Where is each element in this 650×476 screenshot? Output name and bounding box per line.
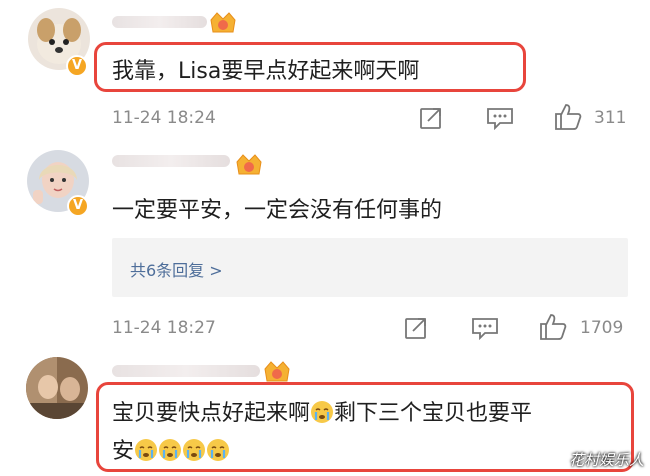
username-blurred[interactable] [112,365,260,377]
watermark: 花村娱乐人 [568,451,644,469]
crying-emoji-icon [158,438,182,468]
comment-text-2: 一定要平安，一定会没有任何事的 [112,198,443,223]
comment-text-3c: 安 [112,439,135,464]
share-icon[interactable] [403,315,429,341]
comment-text-1: 我靠，Lisa要早点好起来啊天啊 [112,59,420,84]
crying-emoji-icon [134,438,158,468]
crown-badge-icon [264,361,290,382]
replies-panel[interactable]: 共6条回复 > [112,238,628,297]
verified-badge-icon: V [66,55,88,77]
comment-time-2: 11-24 18:27 [112,318,216,338]
crown-badge-icon [210,12,236,33]
crying-emoji-icon [310,400,334,430]
share-icon[interactable] [418,105,444,131]
comment-text-3b: 剩下三个宝贝也要平 [334,401,533,426]
comment-time-1: 11-24 18:24 [112,108,216,128]
crying-emoji-icon [206,438,230,468]
like-count-2: 1709 [580,318,624,338]
like-icon[interactable] [553,102,583,132]
view-replies-link[interactable]: 共6条回复 > [130,257,223,281]
username-blurred[interactable] [112,16,207,28]
comment-icon[interactable] [471,316,499,340]
comment-icon[interactable] [486,106,514,130]
comment-text-3-line1: 宝贝要快点好起来啊 剩下三个宝贝也要平 [112,395,532,430]
comment-text-3a: 宝贝要快点好起来啊 [112,401,311,426]
crying-emoji-icon [182,438,206,468]
username-blurred[interactable] [112,155,230,167]
verified-badge-icon: V [67,195,89,217]
crown-badge-icon [236,154,262,175]
like-count-1: 311 [594,108,627,128]
comment-text-3-line2: 安 [112,433,230,468]
like-icon[interactable] [538,312,568,342]
avatar-user-3[interactable] [26,357,88,419]
